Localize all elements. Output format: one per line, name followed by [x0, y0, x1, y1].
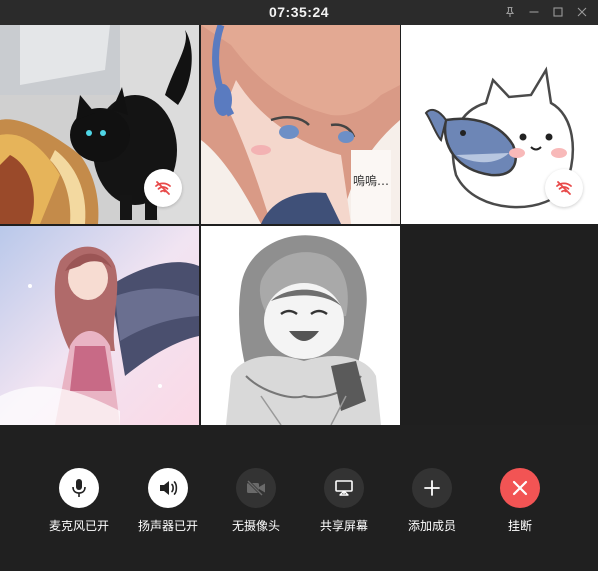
call-control-bar: 麦克风已开 扬声器已开 无摄像头 共享屏幕 添加成员 挂断: [0, 425, 598, 571]
camera-button[interactable]: 无摄像头: [212, 468, 300, 534]
title-bar: 07:35:24: [0, 0, 598, 25]
maximize-icon: [553, 7, 563, 17]
participant-tile[interactable]: [0, 226, 199, 425]
speaker-label: 扬声器已开: [137, 519, 198, 533]
anime-girl-headphones-illustration: 嗚嗚…: [201, 25, 400, 224]
video-grid: 嗚嗚…: [0, 25, 598, 425]
network-warning-badge: [144, 169, 182, 207]
speaker-button-circle[interactable]: [148, 468, 188, 508]
camera-button-circle[interactable]: [236, 468, 276, 508]
share-screen-button[interactable]: 共享屏幕: [300, 468, 388, 534]
pin-button[interactable]: [500, 3, 520, 21]
participant-tile[interactable]: [201, 226, 400, 425]
manga-caption: 嗚嗚…: [353, 173, 389, 188]
participant-tile[interactable]: [401, 25, 598, 224]
close-icon: [577, 7, 587, 17]
winged-anime-girl-illustration: [0, 226, 199, 425]
microphone-label: 麦克风已开: [48, 519, 109, 533]
plus-icon: [424, 480, 440, 496]
camera-label: 无摄像头: [231, 519, 280, 533]
manga-girl-laughing-sketch: [201, 226, 400, 425]
share-screen-button-circle[interactable]: [324, 468, 364, 508]
wifi-off-icon: [556, 181, 572, 195]
hangup-x-icon: [512, 480, 528, 496]
participant-tile[interactable]: 嗚嗚…: [201, 25, 400, 224]
add-member-button-circle[interactable]: [412, 468, 452, 508]
pin-icon: [505, 6, 515, 17]
screen-share-icon: [335, 480, 353, 496]
maximize-button[interactable]: [548, 3, 568, 21]
share-screen-label: 共享屏幕: [319, 519, 368, 533]
camera-off-icon: [247, 480, 265, 496]
add-member-button[interactable]: 添加成员: [388, 468, 476, 534]
add-member-label: 添加成员: [407, 519, 456, 533]
close-button[interactable]: [572, 3, 592, 21]
speaker-icon: [160, 481, 178, 495]
window-controls: [500, 3, 592, 21]
microphone-icon: [72, 479, 86, 497]
hangup-label: 挂断: [507, 519, 532, 533]
hangup-button-circle[interactable]: [500, 468, 540, 508]
network-warning-badge: [545, 169, 583, 207]
minimize-icon: [529, 11, 539, 13]
wifi-off-icon: [155, 181, 171, 195]
microphone-button-circle[interactable]: [59, 468, 99, 508]
minimize-button[interactable]: [524, 3, 544, 21]
hangup-button[interactable]: 挂断: [476, 468, 564, 534]
participant-tile[interactable]: [0, 25, 199, 224]
speaker-button[interactable]: 扬声器已开: [124, 468, 212, 534]
microphone-button[interactable]: 麦克风已开: [35, 468, 123, 534]
